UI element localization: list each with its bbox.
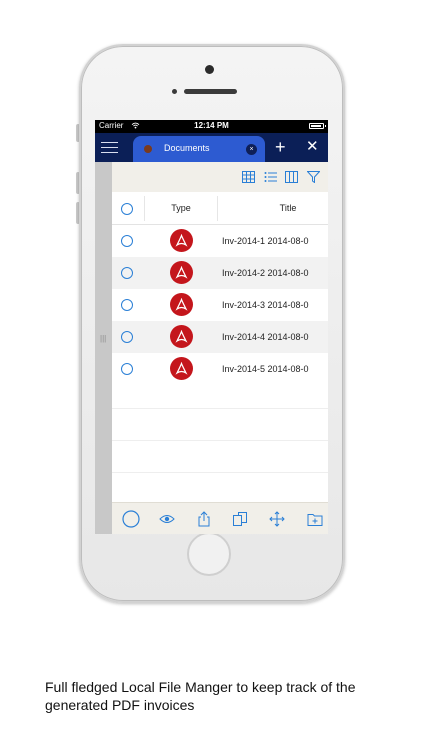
move-icon[interactable] [269, 511, 285, 527]
row-title: Inv-2014-5 2014-08-0 [222, 364, 309, 374]
row-divider [112, 472, 328, 473]
grip-icon: ||| [100, 334, 107, 343]
tab-documents-label: Documents [164, 143, 210, 153]
row-title: Inv-2014-2 2014-08-0 [222, 268, 309, 278]
file-list-panel: Type Title Inv-2014-1 2014-08-0 Inv-2014… [112, 162, 328, 534]
view-toolbar [112, 162, 328, 192]
column-header-title[interactable]: Title [218, 193, 328, 224]
front-camera [205, 65, 214, 74]
row-select-radio[interactable] [121, 299, 133, 311]
sidebar-drag-handle[interactable]: ||| [95, 162, 112, 534]
navigation-bar: Documents × + ✕ [95, 133, 328, 162]
grid-view-icon[interactable] [242, 171, 255, 183]
pdf-icon [170, 357, 193, 380]
close-button[interactable]: ✕ [306, 138, 319, 156]
row-title: Inv-2014-1 2014-08-0 [222, 236, 309, 246]
copy-icon[interactable] [232, 511, 248, 527]
row-divider [112, 408, 328, 409]
home-button[interactable] [187, 532, 231, 576]
row-select-radio[interactable] [121, 267, 133, 279]
app-screen: Carrier 12:14 PM Documents × + ✕ ||| Typ… [95, 120, 328, 534]
row-title: Inv-2014-4 2014-08-0 [222, 332, 309, 342]
columns-view-icon[interactable] [285, 171, 298, 183]
row-select-radio[interactable] [121, 235, 133, 247]
hamburger-menu-icon[interactable] [101, 141, 118, 154]
table-header: Type Title [112, 193, 328, 225]
pdf-icon [170, 293, 193, 316]
battery-icon [309, 123, 326, 129]
new-folder-icon[interactable] [307, 511, 323, 527]
list-view-icon[interactable] [264, 171, 277, 183]
eye-icon[interactable] [159, 511, 175, 527]
table-row[interactable]: Inv-2014-2 2014-08-0 [112, 257, 328, 289]
proximity-sensor [172, 89, 177, 94]
clock-time: 12:14 PM [194, 121, 229, 130]
action-toolbar [112, 502, 328, 534]
row-select-radio[interactable] [121, 331, 133, 343]
table-row[interactable]: Inv-2014-5 2014-08-0 [112, 353, 328, 385]
tab-documents[interactable]: Documents × [133, 136, 265, 162]
pdf-icon [170, 229, 193, 252]
share-icon[interactable] [196, 511, 212, 527]
pdf-icon [170, 261, 193, 284]
documents-tab-icon [144, 145, 152, 153]
select-all-radio[interactable] [121, 203, 133, 215]
row-select-radio[interactable] [121, 363, 133, 375]
tab-close-icon[interactable]: × [246, 144, 257, 155]
earpiece-speaker [184, 89, 237, 94]
table-row[interactable]: Inv-2014-1 2014-08-0 [112, 225, 328, 257]
row-title: Inv-2014-3 2014-08-0 [222, 300, 309, 310]
select-circle-icon[interactable] [122, 510, 140, 528]
status-bar: Carrier 12:14 PM [95, 120, 328, 133]
table-row[interactable]: Inv-2014-3 2014-08-0 [112, 289, 328, 321]
column-header-type[interactable]: Type [145, 193, 217, 224]
table-row[interactable]: Inv-2014-4 2014-08-0 [112, 321, 328, 353]
promo-caption: Full fledged Local File Manger to keep t… [45, 679, 356, 713]
pdf-icon [170, 325, 193, 348]
row-divider [112, 440, 328, 441]
filter-icon[interactable] [307, 171, 320, 183]
battery-fill [311, 125, 322, 127]
add-tab-button[interactable]: + [275, 138, 286, 156]
